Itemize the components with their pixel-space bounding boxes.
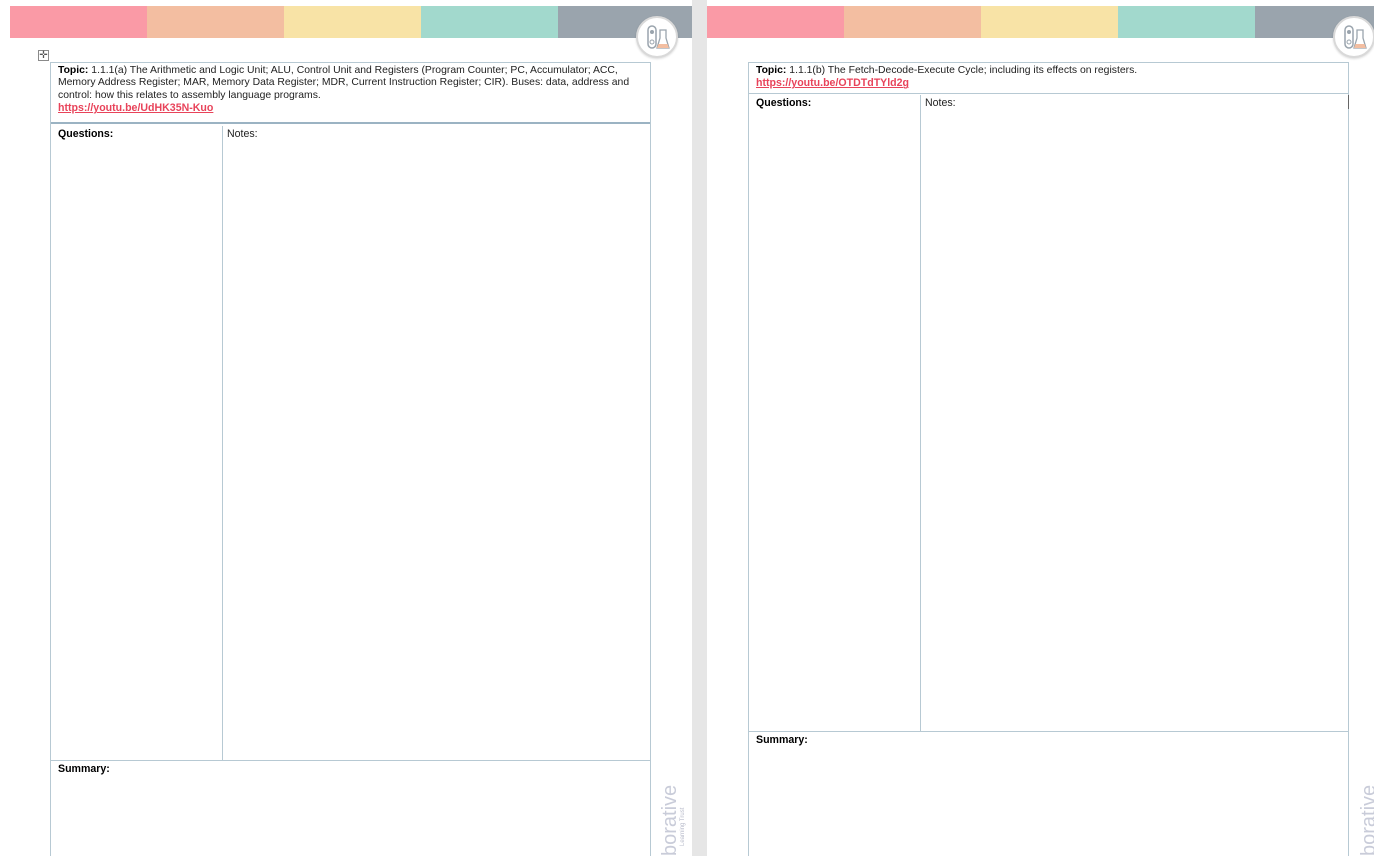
topic-label: Topic: <box>58 65 89 76</box>
band-stripe-yellow <box>981 6 1118 38</box>
notes-label: Notes: <box>925 97 956 109</box>
summary-cell[interactable]: Summary: <box>749 731 1348 856</box>
band-stripe-pink <box>707 6 844 38</box>
band-stripe-yellow <box>284 6 421 38</box>
cornell-notes-table: Topic: 1.1.1(a) The Arithmetic and Logic… <box>50 62 651 856</box>
video-link[interactable]: https://youtu.be/UdHK35N-Kuo <box>58 102 643 114</box>
band-stripe-peach <box>147 6 284 38</box>
table-move-handle-icon[interactable]: ✛ <box>38 50 49 61</box>
topic-text: 1.1.1(b) The Fetch-Decode-Execute Cycle;… <box>786 65 1138 76</box>
topic-cell[interactable]: Topic: 1.1.1(b) The Fetch-Decode-Execute… <box>749 63 1348 94</box>
text-cursor <box>1348 95 1349 109</box>
band-stripe-teal <box>1118 6 1255 38</box>
topic-cell[interactable]: Topic: 1.1.1(a) The Arithmetic and Logic… <box>51 63 650 124</box>
topic-text: 1.1.1(a) The Arithmetic and Logic Unit; … <box>58 65 630 101</box>
science-logo-icon <box>647 25 670 49</box>
summary-label: Summary: <box>58 763 110 775</box>
science-logo-icon <box>1344 25 1367 49</box>
brand-watermark: borative <box>1358 736 1374 856</box>
watermark-subtext: Learning Trust <box>680 807 686 846</box>
band-stripe-pink <box>10 6 147 38</box>
left-page: ✛ Topic: 1.1.1(a) The Arithmetic and Log… <box>0 0 692 856</box>
band-stripe-teal <box>421 6 558 38</box>
notes-label: Notes: <box>227 128 258 140</box>
color-band <box>10 6 692 38</box>
watermark-text: borative <box>1358 784 1374 856</box>
notes-cell[interactable]: Notes: <box>223 126 650 760</box>
color-band <box>707 6 1374 38</box>
notes-cell[interactable]: Notes: <box>921 95 1348 731</box>
logo-badge <box>1333 16 1374 58</box>
right-page: Topic: 1.1.1(b) The Fetch-Decode-Execute… <box>707 0 1374 856</box>
questions-cell[interactable]: Questions: <box>51 126 223 760</box>
questions-label: Questions: <box>58 128 114 140</box>
band-stripe-peach <box>844 6 981 38</box>
questions-cell[interactable]: Questions: <box>749 95 921 731</box>
cornell-notes-table: Topic: 1.1.1(b) The Fetch-Decode-Execute… <box>748 62 1349 856</box>
questions-label: Questions: <box>756 97 812 109</box>
watermark-text: borative <box>659 784 681 856</box>
logo-badge <box>636 16 678 58</box>
summary-label: Summary: <box>756 734 808 746</box>
video-link[interactable]: https://youtu.be/OTDTdTYld2g <box>756 77 1341 89</box>
summary-cell[interactable]: Summary: <box>51 760 650 856</box>
brand-watermark: borative Learning Trust <box>659 736 690 856</box>
topic-label: Topic: <box>756 65 787 76</box>
